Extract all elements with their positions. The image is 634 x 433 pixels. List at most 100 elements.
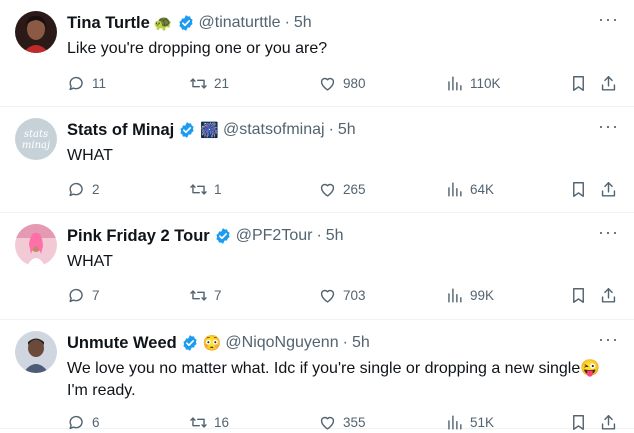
bookmark-icon (573, 287, 584, 303)
tweet[interactable]: Tina Turtle 🐢 @tinaturttle · 5h ··· Like you'r… (0, 0, 634, 107)
avatar[interactable]: stats minaj (15, 118, 57, 160)
views-button[interactable]: 64K (445, 178, 494, 200)
views-button[interactable]: 51K (445, 411, 494, 433)
tweet-header: Pink Friday 2 Tour @PF2Tour · 5h (67, 225, 344, 247)
svg-text:minaj: minaj (22, 140, 50, 151)
more-icon[interactable]: ··· (598, 330, 618, 352)
separator-dot: · (316, 227, 322, 244)
separator-dot: · (328, 121, 334, 138)
tweet[interactable]: Unmute Weed 😳 @NiqoNguyenn · 5h ··· We love yo… (0, 320, 634, 430)
reply-icon (69, 182, 83, 196)
verified-badge-icon (178, 15, 193, 31)
timestamp[interactable]: 5h (294, 14, 312, 32)
tweet-actions: 11 21 980 110K (67, 72, 619, 94)
like-count: 703 (343, 287, 366, 303)
share-button[interactable] (599, 178, 618, 200)
view-count: 110K (470, 75, 501, 91)
share-icon (601, 181, 616, 197)
display-name[interactable]: Unmute Weed (67, 334, 177, 353)
reply-button[interactable]: 11 (67, 72, 106, 94)
bookmark-button[interactable] (569, 72, 588, 94)
handle[interactable]: @statsofminaj (223, 121, 325, 139)
retweet-count: 1 (214, 181, 222, 197)
avatar[interactable] (15, 331, 57, 373)
separator-dot: · (342, 334, 348, 351)
handle[interactable]: @PF2Tour (236, 227, 313, 245)
name-emoji: 🐢 (153, 15, 173, 32)
display-name[interactable]: Tina Turtle (67, 14, 150, 33)
tweet-actions: 7 7 703 99K (67, 284, 619, 306)
reply-button[interactable]: 2 (67, 178, 100, 200)
verified-badge-icon (183, 335, 197, 351)
name-emoji: 😳 (202, 335, 222, 352)
reply-count: 7 (92, 287, 100, 303)
more-icon[interactable]: ··· (598, 10, 618, 32)
display-name[interactable]: Stats of Minaj (67, 121, 174, 140)
separator-dot: · (284, 14, 290, 31)
retweet-icon (190, 289, 207, 301)
reply-button[interactable]: 7 (67, 284, 100, 306)
reply-button[interactable]: 6 (67, 411, 100, 433)
views-button[interactable]: 110K (445, 72, 501, 94)
reply-count: 2 (92, 181, 100, 197)
handle[interactable]: @tinaturttle (199, 14, 281, 32)
bookmark-button[interactable] (569, 411, 588, 433)
reply-count: 6 (92, 414, 100, 430)
display-name[interactable]: Pink Friday 2 Tour (67, 227, 210, 246)
tweet-text: Like you're dropping one or you are? (67, 40, 328, 57)
reply-icon (69, 288, 83, 302)
share-button[interactable] (599, 411, 618, 433)
tweet[interactable]: stats minaj Stats of Minaj 🎆 @statsofminaj · 5… (0, 107, 634, 213)
reply-icon (69, 76, 83, 90)
like-button[interactable]: 355 (318, 411, 366, 433)
tweet-text: WHAT (67, 147, 113, 164)
tweet-actions: 2 1 265 64K (67, 178, 619, 200)
retweet-icon (190, 77, 207, 89)
avatar[interactable] (15, 11, 57, 53)
tweet[interactable]: Pink Friday 2 Tour @PF2Tour · 5h ··· WHAT 7 7 70… (0, 213, 634, 320)
retweet-icon (190, 183, 207, 195)
svg-text:stats: stats (24, 129, 48, 140)
retweet-button[interactable]: 7 (189, 284, 222, 306)
handle[interactable]: @NiqoNguyenn (225, 334, 338, 352)
tweet-text: WHAT (67, 253, 113, 270)
like-icon (320, 77, 335, 91)
share-icon (601, 75, 616, 91)
bookmark-button[interactable] (569, 178, 588, 200)
retweet-button[interactable]: 1 (189, 178, 222, 200)
views-icon (448, 181, 462, 197)
retweet-button[interactable]: 21 (189, 72, 229, 94)
timestamp[interactable]: 5h (326, 227, 344, 245)
bookmark-icon (573, 75, 584, 91)
retweet-count: 7 (214, 287, 222, 303)
timestamp[interactable]: 5h (338, 121, 356, 139)
share-button[interactable] (599, 284, 618, 306)
retweet-button[interactable]: 16 (189, 411, 229, 433)
like-count: 355 (343, 414, 366, 430)
share-button[interactable] (599, 72, 618, 94)
views-icon (448, 287, 462, 303)
more-icon[interactable]: ··· (598, 117, 618, 139)
reply-count: 11 (92, 75, 107, 91)
view-count: 99K (470, 287, 495, 303)
more-icon[interactable]: ··· (598, 223, 618, 245)
avatar[interactable] (15, 224, 57, 266)
name-emoji: 🎆 (200, 122, 219, 139)
like-count: 980 (343, 75, 366, 91)
bookmark-button[interactable] (569, 284, 588, 306)
verified-badge-icon (216, 228, 230, 244)
like-button[interactable]: 703 (318, 284, 366, 306)
timestamp[interactable]: 5h (352, 334, 370, 352)
view-count: 64K (470, 181, 495, 197)
retweet-count: 21 (214, 75, 230, 91)
tweet-header: Unmute Weed 😳 @NiqoNguyenn · 5h (67, 332, 370, 354)
retweet-count: 16 (214, 414, 230, 430)
like-button[interactable]: 980 (318, 72, 366, 94)
verified-badge-icon (180, 122, 194, 138)
views-button[interactable]: 99K (445, 284, 494, 306)
view-count: 51K (470, 414, 495, 430)
like-count: 265 (343, 181, 366, 197)
like-button[interactable]: 265 (318, 178, 366, 200)
views-icon (448, 75, 462, 91)
bookmark-icon (573, 181, 584, 197)
